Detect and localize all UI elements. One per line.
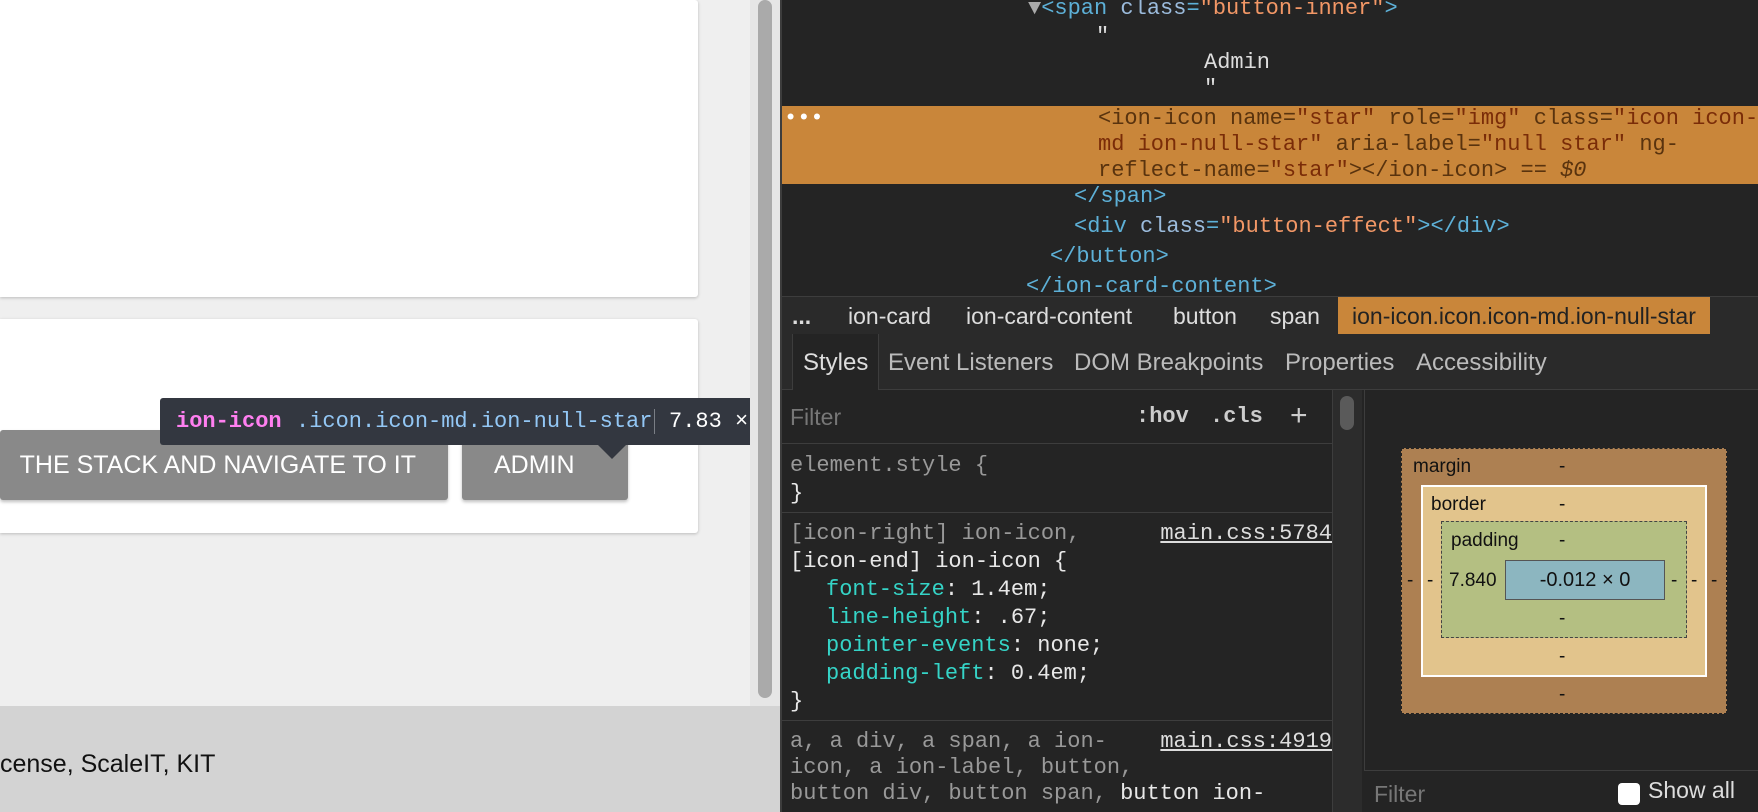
more-options-icon[interactable]: ••• — [784, 106, 824, 131]
breadcrumb-ion-card[interactable]: ion-card — [848, 297, 931, 335]
rule-icon-end[interactable]: [icon-right] ion-icon, main.css:5784 [ic… — [780, 512, 1332, 718]
border-top-value[interactable]: - — [1559, 494, 1565, 516]
app-scrollbar-thumb[interactable] — [758, 0, 772, 698]
css-declaration[interactable]: pointer-events: none; — [826, 632, 1103, 660]
rule-selector-dim: a, a div, a span, a ion- — [790, 729, 1107, 754]
rule-close-brace: } — [790, 689, 804, 714]
breadcrumb-button[interactable]: button — [1173, 297, 1237, 335]
console-ref-suffix: == $0 — [1507, 158, 1587, 183]
tab-accessibility[interactable]: Accessibility — [1416, 334, 1547, 390]
app-preview: THE STACK AND NAVIGATE TO IT ADMIN ion-i… — [0, 0, 780, 812]
tag-span-open: <span — [1041, 0, 1108, 21]
styles-filter-bar: :hov .cls + — [780, 390, 1332, 444]
rule-selector-dim: button div, button span, — [790, 781, 1121, 806]
rule-selector-main: button ion- — [1120, 781, 1266, 806]
styles-scrollbar-track[interactable] — [1332, 390, 1362, 812]
dom-node-div-button-effect[interactable]: <div class="button-effect"></div> — [1074, 214, 1510, 240]
computed-filter-input[interactable] — [1374, 779, 1594, 809]
dom-tree: ▼<span class="button-inner"> " Admin " •… — [780, 0, 1758, 299]
selected-line-3: reflect-name="star"></ion-icon> == $0 — [1098, 158, 1587, 183]
hov-toggle[interactable]: :hov — [1136, 390, 1189, 444]
padding-right-value[interactable]: - — [1671, 570, 1677, 592]
text-node-quote-open: " — [1096, 24, 1110, 49]
text-node-admin[interactable]: Admin — [1204, 50, 1270, 76]
breadcrumb-ion-icon-selected[interactable]: ion-icon.icon.icon-md.ion-null-star — [1338, 297, 1710, 335]
devtools-tabs: Styles Event Listeners DOM Breakpoints P… — [780, 334, 1758, 390]
attr-value: "button-inner" — [1199, 0, 1385, 21]
breadcrumb: ... ion-card ion-card-content button spa… — [780, 296, 1758, 335]
breadcrumb-ion-card-content[interactable]: ion-card-content — [966, 297, 1132, 335]
styles-filter-input[interactable] — [790, 398, 1090, 436]
border-right-value[interactable]: - — [1691, 570, 1697, 592]
styles-pane: :hov .cls + element.style { } [icon-righ… — [780, 390, 1332, 812]
dom-node-span-close[interactable]: </span> — [1074, 184, 1166, 210]
computed-pane: -0.012 × 0 margin - border - padding - -… — [1364, 390, 1758, 812]
css-declaration[interactable]: font-size: 1.4em; — [826, 576, 1050, 604]
breadcrumb-more[interactable]: ... — [792, 297, 811, 335]
box-model-content[interactable]: -0.012 × 0 — [1505, 560, 1665, 600]
rule-selector: element.style { — [790, 453, 989, 478]
css-declaration[interactable]: line-height: .67; — [826, 604, 1050, 632]
new-style-rule-icon[interactable]: + — [1290, 390, 1308, 444]
expand-triangle-icon[interactable]: ▼ — [1028, 0, 1041, 21]
tooltip-classes: .icon.icon-md.ion-null-star — [296, 409, 653, 434]
panel-splitter[interactable] — [780, 0, 782, 812]
rule-close-brace: } — [790, 481, 804, 506]
tab-dom-breakpoints[interactable]: DOM Breakpoints — [1074, 334, 1263, 390]
margin-right-value[interactable]: - — [1711, 570, 1717, 592]
padding-top-value[interactable]: - — [1559, 530, 1565, 552]
tab-event-listeners[interactable]: Event Listeners — [888, 334, 1053, 390]
border-bottom-value[interactable]: - — [1559, 646, 1565, 668]
rule-selector-dim: [icon-right] ion-icon, — [790, 521, 1081, 546]
margin-top-value[interactable]: - — [1559, 456, 1565, 478]
breadcrumb-span[interactable]: span — [1270, 297, 1320, 335]
margin-left-value[interactable]: - — [1407, 570, 1413, 592]
rule-source-link[interactable]: main.css:5784 — [1160, 520, 1332, 548]
margin-bottom-value[interactable]: - — [1559, 684, 1565, 706]
rule-source-link[interactable]: main.css:4919 — [1160, 728, 1332, 756]
rule-element-style[interactable]: element.style { } — [780, 444, 1332, 512]
text-node-quote-close: " — [1204, 76, 1218, 101]
tab-properties[interactable]: Properties — [1285, 334, 1394, 390]
border-left-value[interactable]: - — [1427, 570, 1433, 592]
attr-name: class — [1120, 0, 1187, 21]
cls-toggle[interactable]: .cls — [1210, 390, 1263, 444]
tag-close: > — [1384, 0, 1398, 21]
app-footer: cense, ScaleIT, KIT — [0, 706, 780, 812]
selected-line-1: <ion-icon name="star" role="img" class="… — [1098, 106, 1758, 131]
selected-line-2: md ion-null-star" aria-label="null star"… — [1098, 132, 1679, 157]
dom-node-ion-icon-selected[interactable]: ••• <ion-icon name="star" role="img" cla… — [780, 106, 1758, 184]
margin-label: margin — [1413, 456, 1472, 477]
show-all-label[interactable]: Show all — [1648, 777, 1735, 804]
tooltip-divider — [654, 409, 655, 434]
rule-anchor-button[interactable]: a, a div, a span, a ion- main.css:4919 i… — [780, 720, 1332, 812]
show-all-checkbox[interactable] — [1618, 783, 1640, 805]
inspect-tooltip: ion-icon .icon.icon-md.ion-null-star 7.8… — [160, 398, 775, 445]
dom-node-button-close[interactable]: </button> — [1050, 244, 1169, 270]
tooltip-arrow-icon — [598, 445, 626, 459]
card-top — [0, 0, 698, 297]
tab-styles[interactable]: Styles — [792, 334, 880, 390]
computed-filter-bar: Show all — [1364, 770, 1758, 812]
rule-selector-main: [icon-end] ion-icon { — [790, 549, 1068, 574]
rule-selector-dim: icon, a ion-label, button, — [790, 755, 1134, 780]
styles-scrollbar-thumb[interactable] — [1340, 396, 1354, 430]
padding-bottom-value[interactable]: - — [1559, 608, 1565, 630]
css-declaration[interactable]: padding-left: 0.4em; — [826, 660, 1090, 688]
footer-text: cense, ScaleIT, KIT — [0, 750, 216, 778]
border-label: border — [1431, 494, 1486, 515]
tooltip-tag: ion-icon — [176, 409, 282, 434]
devtools-panel: ▼<span class="button-inner"> " Admin " •… — [780, 0, 1758, 812]
dom-node-span-button-inner[interactable]: ▼<span class="button-inner"> — [1028, 0, 1398, 22]
padding-label: padding — [1451, 530, 1519, 551]
padding-left-value[interactable]: 7.840 — [1449, 570, 1497, 592]
